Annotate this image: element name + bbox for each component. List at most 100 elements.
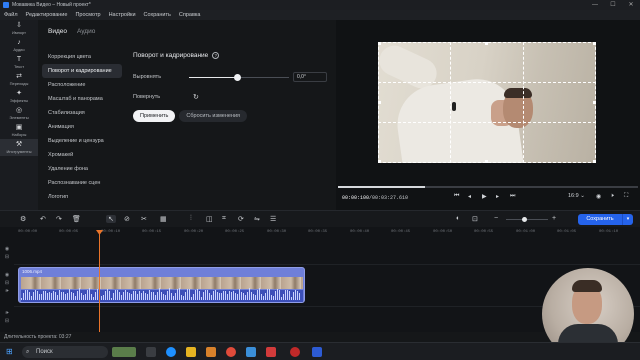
record-app-icon[interactable] — [290, 347, 300, 357]
visibility-icon[interactable]: ◉ — [5, 271, 9, 279]
skip-back-icon[interactable]: ⏮ — [454, 193, 459, 200]
start-icon[interactable]: ⊞ — [6, 347, 13, 356]
fit-icon[interactable]: ⊡ — [472, 215, 478, 223]
crop-handle[interactable] — [378, 42, 381, 45]
crop-handle[interactable] — [378, 160, 381, 163]
tool-effects[interactable]: ✦ Эффекты — [0, 88, 38, 105]
list-item[interactable]: Удаление фона — [42, 162, 122, 176]
visibility-icon[interactable]: ◉ — [5, 245, 9, 253]
rotate-tool-icon[interactable]: ⟳ — [238, 215, 244, 223]
taskbar-search[interactable]: ⌕ Поиск — [22, 346, 108, 358]
menu-help[interactable]: Справка — [179, 12, 201, 18]
properties-icon[interactable]: ☰ — [270, 215, 276, 223]
list-item[interactable]: Анимация — [42, 120, 122, 134]
fullscreen-icon[interactable]: ⛶ — [624, 193, 628, 200]
ripple-icon[interactable]: ⊘ — [124, 215, 130, 223]
zoom-out-icon[interactable]: − — [494, 215, 498, 222]
time-ruler[interactable]: 00:00:00 00:00:05 00:00:10 00:00:15 00:0… — [18, 230, 640, 238]
weather-widget-icon[interactable] — [112, 347, 136, 357]
step-back-icon[interactable]: ◂ — [468, 193, 471, 200]
menu-edit[interactable]: Редактирование — [26, 12, 68, 18]
play-icon[interactable]: ▶ — [482, 193, 487, 200]
adjust-icon[interactable]: ⇋ — [254, 215, 260, 223]
skip-forward-icon[interactable]: ⏭ — [510, 193, 515, 200]
movavi-app-icon[interactable] — [312, 347, 322, 357]
video-frame[interactable] — [378, 42, 596, 163]
zoom-knob[interactable] — [522, 217, 527, 222]
redo-icon[interactable]: ↷ — [56, 215, 62, 223]
select-tool-icon[interactable]: ↖ — [106, 215, 116, 223]
tool-packs[interactable]: ▣ Наборы — [0, 122, 38, 139]
list-item[interactable]: Хромакей — [42, 148, 122, 162]
tool-import[interactable]: ⇩ Импорт — [0, 20, 38, 37]
menu-save[interactable]: Сохранить — [144, 12, 171, 18]
crop-handle[interactable] — [593, 42, 596, 45]
align-slider[interactable] — [189, 74, 289, 81]
tab-audio[interactable]: Аудио — [77, 28, 95, 35]
settings-icon[interactable]: ⚙ — [20, 215, 26, 223]
crop-handle[interactable] — [593, 101, 596, 104]
audio-levels-icon[interactable]: ⫶ — [190, 215, 192, 223]
crop-handle[interactable] — [378, 101, 381, 104]
tool-transitions[interactable]: ⇄ Переходы — [0, 71, 38, 88]
mute-icon[interactable]: 🕪 — [5, 287, 8, 295]
menu-view[interactable]: Просмотр — [75, 12, 100, 18]
tab-video[interactable]: Видео — [48, 28, 67, 35]
slider-knob[interactable] — [234, 74, 241, 81]
list-item[interactable]: Расположение — [42, 78, 122, 92]
list-item-rotate-crop[interactable]: Поворот и кадрирование — [42, 64, 122, 78]
playhead[interactable] — [99, 230, 100, 332]
chrome-browser-icon[interactable] — [226, 347, 236, 357]
marker-icon[interactable]: ▦ — [160, 215, 167, 223]
lock-icon[interactable]: ⊟ — [5, 253, 9, 261]
delete-icon[interactable]: 🗑 — [72, 215, 81, 223]
minimize-button[interactable]: — — [586, 0, 604, 10]
crop-frame[interactable] — [378, 42, 596, 163]
zoom-slider[interactable] — [506, 217, 548, 222]
tool-audio[interactable]: ♪ Аудио — [0, 37, 38, 54]
mirror-icon[interactable]: ◐ — [456, 215, 460, 222]
list-item[interactable]: Коррекция цвета — [42, 50, 122, 64]
list-item[interactable]: Логотип — [42, 190, 122, 204]
edge-browser-icon[interactable] — [166, 347, 176, 357]
reset-button[interactable]: Сбросить изменения — [179, 110, 248, 122]
cut-icon[interactable]: ✂ — [141, 215, 147, 223]
lock-icon[interactable]: ⊟ — [5, 279, 9, 287]
aspect-ratio-select[interactable]: 16:9 ⌄ — [568, 193, 585, 199]
export-save-button[interactable]: Сохранить — [578, 214, 622, 225]
lock-icon[interactable]: ⊟ — [5, 317, 9, 325]
crop-icon[interactable]: ⌗ — [222, 215, 226, 223]
save-dropdown-icon[interactable]: ▾ — [622, 214, 633, 225]
color-icon[interactable]: ◫ — [206, 215, 213, 223]
menu-settings[interactable]: Настройки — [109, 12, 136, 18]
file-explorer-icon[interactable] — [186, 347, 196, 357]
crop-handle[interactable] — [593, 160, 596, 163]
zoom-in-icon[interactable]: + — [552, 215, 556, 222]
playback-progress[interactable] — [338, 186, 638, 188]
volume-icon[interactable]: 🕨 — [610, 193, 614, 200]
apply-button[interactable]: Применить — [133, 110, 176, 122]
undo-icon[interactable]: ↶ — [40, 215, 46, 223]
crop-handle[interactable] — [485, 160, 488, 163]
list-item[interactable]: Распознавание сцен — [42, 176, 122, 190]
help-icon[interactable]: ? — [212, 52, 220, 59]
rotate-icon[interactable]: ↻ — [193, 93, 199, 101]
menu-file[interactable]: Файл — [4, 12, 18, 18]
align-value-field[interactable]: 0,0° — [293, 72, 327, 82]
snapshot-icon[interactable]: ◉ — [596, 193, 601, 200]
task-view-icon[interactable] — [146, 347, 156, 357]
step-forward-icon[interactable]: ▸ — [496, 193, 499, 200]
app-icon[interactable] — [206, 347, 216, 357]
video-clip[interactable]: 1006.mp4 — [18, 267, 305, 303]
app-icon[interactable] — [246, 347, 256, 357]
tool-instruments[interactable]: ⚒ Инструменты — [0, 139, 38, 156]
app-icon[interactable] — [266, 347, 276, 357]
tool-elements[interactable]: ◎ Элементы — [0, 105, 38, 122]
close-button[interactable]: ✕ — [622, 0, 640, 10]
list-item[interactable]: Масштаб и панорама — [42, 92, 122, 106]
mute-icon[interactable]: 🕪 — [5, 309, 8, 317]
crop-handle[interactable] — [485, 42, 488, 45]
list-item[interactable]: Выделение и цензура — [42, 134, 122, 148]
maximize-button[interactable]: ☐ — [604, 0, 622, 10]
list-item[interactable]: Стабилизация — [42, 106, 122, 120]
